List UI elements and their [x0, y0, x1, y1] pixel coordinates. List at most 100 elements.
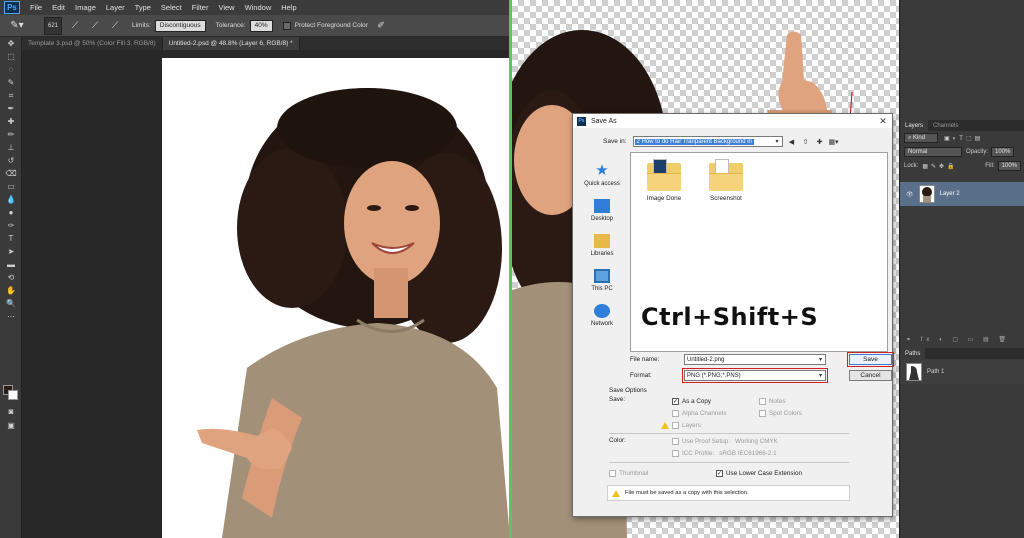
alpha-channels-checkbox[interactable]: Alpha Channels — [672, 410, 726, 417]
menu-filter[interactable]: Filter — [192, 3, 209, 12]
tab-layers[interactable]: Layers — [900, 120, 929, 131]
menu-layer[interactable]: Layer — [106, 3, 125, 12]
3d-tool-icon[interactable]: ⟲ — [0, 271, 22, 284]
lock-icons[interactable]: ▦✎✥🔒 — [922, 163, 957, 170]
menu-file[interactable]: File — [30, 3, 42, 12]
icc-profile-checkbox[interactable]: ICC Profile: sRGB IEC61966-2.1 — [672, 450, 777, 457]
sampling-once-icon[interactable]: ⟋ — [88, 19, 102, 33]
file-name-input[interactable]: Untitled-2.png ▾ — [684, 354, 826, 365]
save-in-select[interactable]: 2 How to do Hair Tranparent Background i… — [632, 136, 783, 147]
opacity-field[interactable]: 100% — [991, 147, 1015, 157]
pressure-icon[interactable]: ✐ — [374, 19, 388, 33]
quick-select-tool-icon[interactable]: ✎ — [0, 76, 22, 89]
type-tool-icon[interactable]: T — [0, 232, 22, 245]
view-menu-icon[interactable]: ▦▾ — [828, 137, 838, 147]
tab-paths[interactable]: Paths — [900, 348, 926, 359]
place-network[interactable]: Network — [578, 292, 626, 327]
cancel-button[interactable]: Cancel — [849, 370, 892, 381]
sampling-background-icon[interactable]: ⟋ — [108, 19, 122, 33]
quick-mask-icon[interactable]: ◙ — [0, 405, 22, 418]
brush-tool-icon[interactable]: ✏ — [0, 128, 22, 141]
path-thumbnail — [906, 363, 922, 381]
layers-label: Layers — [682, 422, 701, 429]
back-icon[interactable]: ◀ — [787, 137, 797, 147]
spot-colors-checkbox[interactable]: Spot Colors — [759, 410, 802, 417]
eraser-tool-icon[interactable]: ⌫ — [0, 167, 22, 180]
menu-image[interactable]: Image — [75, 3, 96, 12]
folder-icon — [709, 159, 743, 191]
save-label: Save: — [609, 396, 626, 403]
tab-template-3[interactable]: Template 3.psd @ 50% (Color Fill 3, RGB/… — [22, 37, 163, 50]
lower-case-extension-checkbox[interactable]: ✓ Use Lower Case Extension — [716, 470, 802, 477]
menu-type[interactable]: Type — [135, 3, 151, 12]
path-select-tool-icon[interactable]: ➤ — [0, 245, 22, 258]
sampling-continuous-icon[interactable]: ⟋ — [68, 19, 82, 33]
more-tools-icon[interactable]: ⋯ — [0, 310, 22, 323]
new-folder-icon[interactable]: ✚ — [815, 137, 825, 147]
protect-foreground-checkbox[interactable] — [282, 21, 291, 30]
history-brush-tool-icon[interactable]: ↺ — [0, 154, 22, 167]
fill-field[interactable]: 100% — [997, 161, 1021, 171]
menu-select[interactable]: Select — [161, 3, 182, 12]
zoom-tool-icon[interactable]: 🔍 — [0, 297, 22, 310]
background-eraser-tool-icon[interactable]: ✎▾ — [4, 17, 30, 35]
background-color-swatch[interactable] — [8, 390, 18, 400]
tolerance-field[interactable]: 40% — [249, 19, 273, 32]
screen-mode-icon[interactable]: ▣ — [0, 419, 22, 432]
path-row[interactable]: Path 1 — [900, 360, 1024, 384]
place-desktop[interactable]: Desktop — [578, 187, 626, 222]
close-icon[interactable]: ✕ — [874, 116, 892, 127]
photoshop-small-icon: Ps — [577, 116, 586, 126]
up-folder-icon[interactable]: ⇧ — [801, 137, 811, 147]
limits-select[interactable]: Discontiguous — [154, 19, 206, 32]
crop-tool-icon[interactable]: ⌗ — [0, 89, 22, 102]
fill-label: Fill: — [985, 163, 995, 169]
save-button[interactable]: Save — [847, 352, 894, 367]
marquee-tool-icon[interactable]: ⬚ — [0, 50, 22, 63]
shortcut-overlay-text: Ctrl+Shift+S — [641, 303, 819, 331]
format-select[interactable]: PNG (*.PNG;*.PNS) ▾ — [682, 368, 828, 383]
place-libraries[interactable]: Libraries — [578, 222, 626, 257]
move-tool-icon[interactable]: ✥ — [0, 37, 22, 50]
menu-edit[interactable]: Edit — [52, 3, 65, 12]
place-quick-access[interactable]: ★ Quick access — [578, 152, 626, 187]
folder-screenshot[interactable]: Screenshot — [701, 159, 751, 202]
eyedropper-tool-icon[interactable]: ✒ — [0, 102, 22, 115]
menu-help[interactable]: Help — [281, 3, 296, 12]
warning-message: File must be saved as a copy with this s… — [607, 485, 850, 501]
kind-filter-select[interactable]: ⌕ Kind — [904, 133, 938, 143]
warning-icon — [612, 489, 620, 497]
layer-row[interactable]: 👁 Layer 2 — [900, 182, 1024, 206]
places-bar: ★ Quick access Desktop Libraries This PC… — [578, 152, 626, 327]
layer-actions-icons[interactable]: ⚭ fx ◐ ▢ ▭ ▤ 🗑 — [900, 336, 1024, 344]
place-this-pc[interactable]: This PC — [578, 257, 626, 292]
use-proof-label: Use Proof Setup: — [682, 438, 730, 445]
document-tabs: Template 3.psd @ 50% (Color Fill 3, RGB/… — [22, 37, 510, 50]
eye-icon[interactable]: 👁 — [906, 191, 914, 198]
dodge-tool-icon[interactable]: ● — [0, 206, 22, 219]
filter-icons[interactable]: ▣◐T⬚▤ — [944, 135, 983, 142]
menu-window[interactable]: Window — [245, 3, 272, 12]
gradient-tool-icon[interactable]: ▭ — [0, 180, 22, 193]
thumbnail-checkbox[interactable]: Thumbnail — [609, 470, 648, 477]
blend-mode-select[interactable]: Normal — [904, 147, 962, 157]
use-proof-checkbox[interactable]: Use Proof Setup: Working CMYK — [672, 438, 778, 445]
pen-tool-icon[interactable]: ✑ — [0, 219, 22, 232]
layers-checkbox[interactable]: Layers — [672, 422, 701, 429]
shape-tool-icon[interactable]: ▬ — [0, 258, 22, 271]
menu-view[interactable]: View — [218, 3, 234, 12]
clone-stamp-tool-icon[interactable]: ⊥ — [0, 141, 22, 154]
hand-tool-icon[interactable]: ✋ — [0, 284, 22, 297]
notes-checkbox[interactable]: Notes — [759, 398, 785, 405]
as-copy-checkbox[interactable]: ✓ As a Copy — [672, 398, 711, 405]
blur-tool-icon[interactable]: 💧 — [0, 193, 22, 206]
opacity-label: Opacity: — [966, 149, 989, 155]
document-canvas[interactable] — [22, 50, 510, 538]
brush-size-picker[interactable]: 621 — [44, 16, 62, 35]
healing-tool-icon[interactable]: ✚ — [0, 115, 22, 128]
tab-channels[interactable]: Channels — [928, 120, 963, 131]
photoshop-logo: Ps — [4, 1, 20, 14]
folder-image-done[interactable]: Image Done — [639, 159, 689, 202]
tab-untitled-2[interactable]: Untitled-2.psd @ 48.8% (Layer 6, RGB/8) … — [162, 37, 300, 50]
lasso-tool-icon[interactable]: ◌ — [0, 63, 22, 76]
